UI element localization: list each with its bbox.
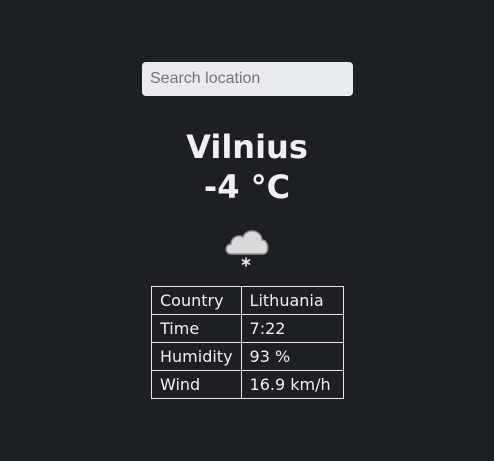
cloud-snow-icon [225, 230, 269, 267]
country-label: Country [151, 286, 242, 315]
time-value: 7:22 [240, 314, 344, 343]
time-label: Time [151, 314, 242, 343]
table-row: Time 7:22 [151, 314, 344, 343]
wind-value: 16.9 km/h [240, 370, 344, 399]
wind-label: Wind [151, 370, 242, 399]
country-value: Lithuania [240, 286, 344, 315]
humidity-value: 93 % [240, 342, 344, 371]
search-input[interactable] [142, 62, 353, 96]
temperature: -4 °C [203, 168, 291, 206]
humidity-label: Humidity [151, 342, 242, 371]
city-name: Vilnius [186, 128, 308, 166]
table-row: Humidity 93 % [151, 342, 344, 371]
table-row: Wind 16.9 km/h [151, 370, 344, 399]
table-row: Country Lithuania [151, 286, 344, 315]
weather-details-table: Country Lithuania Time 7:22 Humidity 93 … [151, 286, 344, 399]
